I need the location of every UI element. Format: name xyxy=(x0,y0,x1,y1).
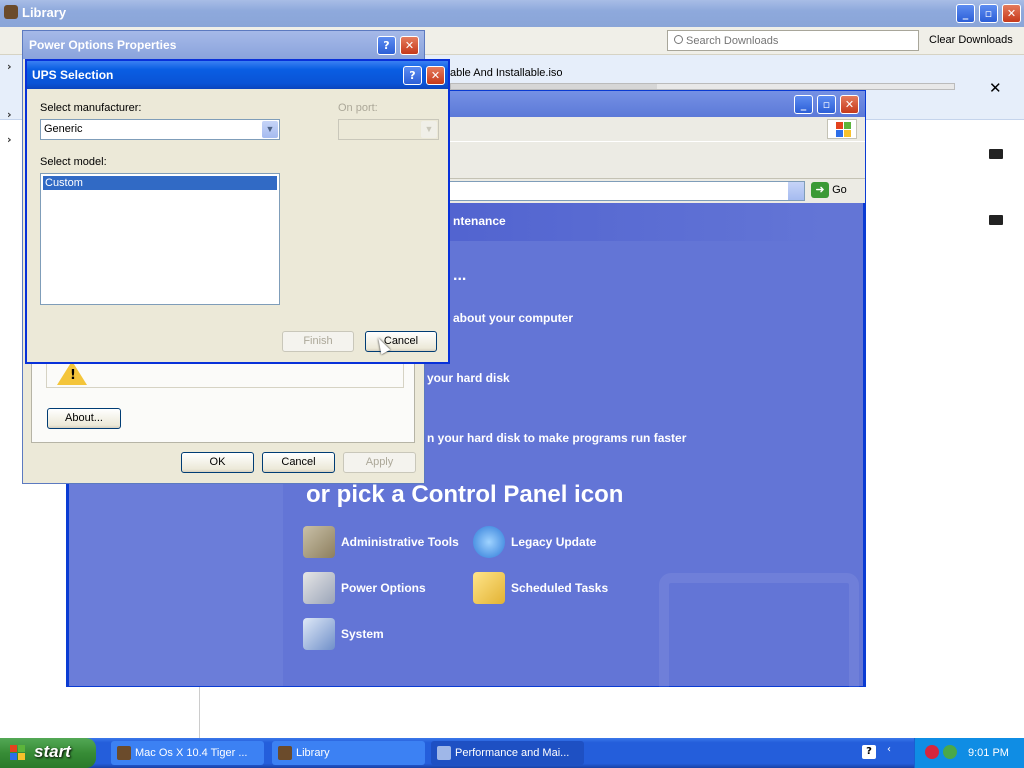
ok-button[interactable]: OK xyxy=(181,452,254,473)
ups-selection-title: UPS Selection xyxy=(32,68,114,82)
system-icon xyxy=(303,618,335,650)
library-title: Library xyxy=(22,5,67,20)
taskbar-item-performance[interactable]: Performance and Mai... xyxy=(431,741,584,765)
legacy-update-label: Legacy Update xyxy=(511,535,597,549)
folder-icon[interactable] xyxy=(989,215,1003,225)
finish-button[interactable]: Finish xyxy=(282,331,354,352)
ups-tab-panel xyxy=(31,351,415,443)
power-options-label: Power Options xyxy=(341,581,426,595)
search-icon xyxy=(674,35,683,44)
port-label: On port: xyxy=(338,102,378,114)
download-cancel-icon[interactable]: ✕ xyxy=(989,79,1002,97)
clear-downloads-button[interactable]: Clear Downloads xyxy=(929,34,1013,46)
library-app-icon xyxy=(4,5,18,19)
help-tray-icon[interactable]: ? xyxy=(862,745,876,759)
close-button[interactable]: ✕ xyxy=(1002,4,1021,23)
help-button[interactable]: ? xyxy=(403,66,422,85)
warning-mark: ! xyxy=(70,368,76,383)
task-link-computer-info[interactable]: about your computer xyxy=(453,311,573,325)
minimize-button[interactable]: _ xyxy=(956,4,975,23)
security-shield-icon[interactable] xyxy=(925,745,939,759)
taskbar-item-label: Library xyxy=(296,747,330,759)
legacy-update-link[interactable]: Legacy Update xyxy=(473,525,596,559)
tray-expand-icon[interactable]: ‹ xyxy=(887,744,897,760)
go-button[interactable]: ➜ Go xyxy=(811,182,861,200)
pick-task-dots: ... xyxy=(453,267,467,284)
download-progress-fill xyxy=(451,84,658,89)
go-label: Go xyxy=(832,184,847,196)
maximize-button[interactable]: ▫ xyxy=(979,4,998,23)
close-button[interactable]: ✕ xyxy=(840,95,859,114)
start-button[interactable]: start xyxy=(0,738,96,768)
search-box[interactable] xyxy=(667,30,919,51)
windows-logo-icon xyxy=(827,119,857,139)
scheduled-tasks-label: Scheduled Tasks xyxy=(511,581,609,595)
system-link[interactable]: System xyxy=(303,617,384,651)
search-input[interactable] xyxy=(686,32,914,49)
admin-tools-icon xyxy=(303,526,335,558)
tree-expand-icon[interactable]: › xyxy=(7,108,12,121)
taskbar-item-library[interactable]: Library xyxy=(272,741,425,765)
start-label: start xyxy=(34,742,71,761)
model-listbox[interactable]: Custom xyxy=(40,173,280,305)
library-titlebar[interactable]: Library _ ▫ ✕ xyxy=(0,0,1024,27)
chevron-down-icon[interactable] xyxy=(788,182,804,200)
scheduled-tasks-icon xyxy=(473,572,505,604)
system-label: System xyxy=(341,627,384,641)
download-progress-bar xyxy=(450,83,955,90)
ups-selection-titlebar[interactable]: UPS Selection ? ✕ xyxy=(27,61,448,89)
manufacturer-label: Select manufacturer: xyxy=(40,102,142,114)
address-field[interactable] xyxy=(441,181,805,201)
help-button[interactable]: ? xyxy=(377,36,396,55)
list-item[interactable]: Custom xyxy=(42,175,278,191)
go-arrow-icon: ➜ xyxy=(811,182,829,198)
folder-icon[interactable] xyxy=(989,149,1003,159)
control-panel-icon xyxy=(437,746,451,760)
cancel-button[interactable]: Cancel xyxy=(262,452,335,473)
legacy-update-icon xyxy=(473,526,505,558)
port-select[interactable]: ▼ xyxy=(338,119,439,140)
taskbar-item-label: Mac Os X 10.4 Tiger ... xyxy=(135,747,248,759)
manufacturer-value: Generic xyxy=(44,123,83,135)
clock[interactable]: 9:01 PM xyxy=(968,747,1009,759)
apply-button[interactable]: Apply xyxy=(343,452,416,473)
network-icon[interactable] xyxy=(943,745,957,759)
tree-expand-icon[interactable]: › xyxy=(7,133,12,146)
power-options-icon xyxy=(303,572,335,604)
taskbar-item-label: Performance and Mai... xyxy=(455,747,570,759)
power-options-link[interactable]: Power Options xyxy=(303,571,426,605)
power-options-titlebar[interactable]: Power Options Properties ? ✕ xyxy=(23,31,424,59)
browser-icon xyxy=(117,746,131,760)
task-link-defragment[interactable]: n your hard disk to make programs run fa… xyxy=(427,431,686,445)
windows-logo-icon xyxy=(10,745,26,761)
taskbar-item-macos[interactable]: Mac Os X 10.4 Tiger ... xyxy=(111,741,264,765)
close-button[interactable]: ✕ xyxy=(400,36,419,55)
about-button[interactable]: About... xyxy=(47,408,121,429)
ups-selection-dialog: UPS Selection ? ✕ Select manufacturer: G… xyxy=(25,59,450,364)
admin-tools-label: Administrative Tools xyxy=(341,535,459,549)
admin-tools-link[interactable]: Administrative Tools xyxy=(303,525,459,559)
browser-icon xyxy=(278,746,292,760)
task-link-free-disk[interactable]: your hard disk xyxy=(427,371,510,385)
model-label: Select model: xyxy=(40,156,107,168)
power-options-title: Power Options Properties xyxy=(29,38,177,52)
close-button[interactable]: ✕ xyxy=(426,66,445,85)
chevron-down-icon[interactable]: ▼ xyxy=(421,121,437,138)
maximize-button[interactable]: ▫ xyxy=(817,95,836,114)
pick-icon-heading: or pick a Control Panel icon xyxy=(306,481,624,508)
download-filename: able And Installable.iso xyxy=(450,67,563,79)
manufacturer-select[interactable]: Generic ▼ xyxy=(40,119,280,140)
taskbar: start Mac Os X 10.4 Tiger ... Library Pe… xyxy=(0,738,1024,768)
chevron-down-icon[interactable]: ▼ xyxy=(262,121,278,138)
minimize-button[interactable]: _ xyxy=(794,95,813,114)
scheduled-tasks-link[interactable]: Scheduled Tasks xyxy=(473,571,608,605)
library-divider xyxy=(199,686,200,738)
category-title: ntenance xyxy=(453,214,506,228)
tree-expand-icon[interactable]: › xyxy=(7,60,12,73)
